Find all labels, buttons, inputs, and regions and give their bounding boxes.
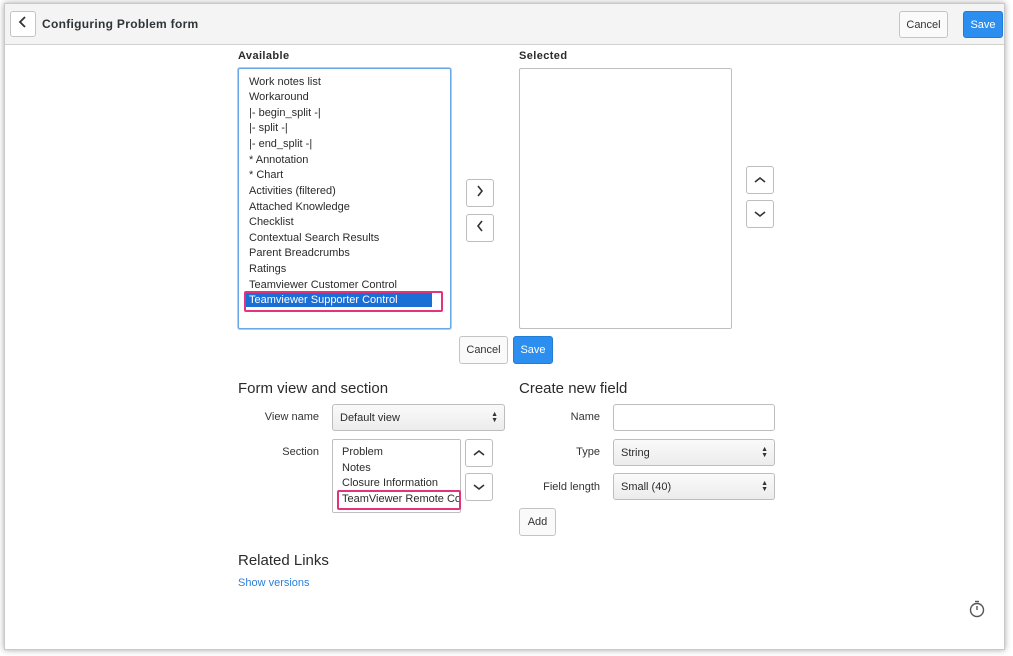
chevron-up-icon xyxy=(754,171,766,189)
list-item[interactable]: Attached Knowledge xyxy=(249,201,350,213)
view-name-value: Default view xyxy=(340,411,400,424)
chevron-right-icon xyxy=(476,184,484,202)
list-item[interactable]: Ratings xyxy=(249,263,286,275)
highlight-box xyxy=(244,291,443,312)
list-item[interactable]: * Chart xyxy=(249,169,283,181)
stopwatch-icon[interactable] xyxy=(968,600,986,623)
list-item[interactable]: Checklist xyxy=(249,216,294,228)
type-value: String xyxy=(621,446,650,459)
list-item[interactable]: Problem xyxy=(342,446,383,458)
list-item[interactable]: Contextual Search Results xyxy=(249,232,379,244)
selected-list[interactable] xyxy=(519,68,732,329)
slush-save-button[interactable]: Save xyxy=(513,336,553,364)
list-item[interactable]: Notes xyxy=(342,462,371,474)
chevron-left-icon xyxy=(476,219,484,237)
chevron-up-icon xyxy=(473,444,485,462)
select-arrows-icon: ▲ ▼ xyxy=(761,479,768,493)
section-label: Section xyxy=(282,446,319,458)
move-down-button[interactable] xyxy=(746,200,774,228)
view-name-label: View name xyxy=(264,411,319,423)
section-list[interactable]: Problem Notes Closure Information TeamVi… xyxy=(332,439,461,513)
available-label: Available xyxy=(238,50,290,62)
list-item[interactable]: |- end_split -| xyxy=(249,138,312,150)
field-length-select[interactable]: Small (40) ▲ ▼ xyxy=(613,473,775,500)
page-title: Configuring Problem form xyxy=(42,17,199,31)
selected-label: Selected xyxy=(519,50,568,62)
back-button[interactable] xyxy=(10,11,36,37)
available-list[interactable]: Work notes list Workaround |- begin_spli… xyxy=(238,68,451,329)
list-item[interactable]: Parent Breadcrumbs xyxy=(249,247,350,259)
select-arrows-icon: ▲ ▼ xyxy=(491,410,498,424)
list-item[interactable]: Teamviewer Customer Control xyxy=(249,279,397,291)
header-save-button[interactable]: Save xyxy=(963,11,1003,38)
list-item[interactable]: Workaround xyxy=(249,91,309,103)
remove-from-selected-button[interactable] xyxy=(466,214,494,242)
related-links-heading: Related Links xyxy=(238,552,329,569)
list-item[interactable]: |- begin_split -| xyxy=(249,107,321,119)
show-versions-link[interactable]: Show versions xyxy=(238,577,310,589)
header-bar: Configuring Problem form Cancel Save xyxy=(5,4,1004,45)
slush-cancel-button[interactable]: Cancel xyxy=(459,336,508,364)
list-item[interactable]: |- split -| xyxy=(249,122,288,134)
header-cancel-button[interactable]: Cancel xyxy=(899,11,948,38)
section-down-button[interactable] xyxy=(465,473,493,501)
field-length-label: Field length xyxy=(543,481,600,493)
form-view-heading: Form view and section xyxy=(238,380,389,397)
move-up-button[interactable] xyxy=(746,166,774,194)
name-label: Name xyxy=(570,411,600,423)
chevron-down-icon xyxy=(754,205,766,223)
list-item[interactable]: Work notes list xyxy=(249,76,321,88)
field-length-value: Small (40) xyxy=(621,480,672,493)
add-field-button[interactable]: Add xyxy=(519,508,556,536)
highlight-box xyxy=(337,490,461,510)
add-to-selected-button[interactable] xyxy=(466,179,494,207)
list-item[interactable]: * Annotation xyxy=(249,154,308,166)
list-item[interactable]: Closure Information xyxy=(342,477,438,489)
list-item[interactable]: Activities (filtered) xyxy=(249,185,336,197)
name-input[interactable] xyxy=(613,404,775,431)
type-select[interactable]: String ▲ ▼ xyxy=(613,439,775,466)
select-arrows-icon: ▲ ▼ xyxy=(761,445,768,459)
form-configuration-window: Configuring Problem form Cancel Save Ava… xyxy=(4,3,1005,650)
view-name-select[interactable]: Default view ▲ ▼ xyxy=(332,404,505,431)
type-label: Type xyxy=(576,446,600,458)
section-up-button[interactable] xyxy=(465,439,493,467)
chevron-down-icon xyxy=(473,478,485,496)
chevron-left-icon xyxy=(18,15,28,33)
create-field-heading: Create new field xyxy=(519,380,628,397)
